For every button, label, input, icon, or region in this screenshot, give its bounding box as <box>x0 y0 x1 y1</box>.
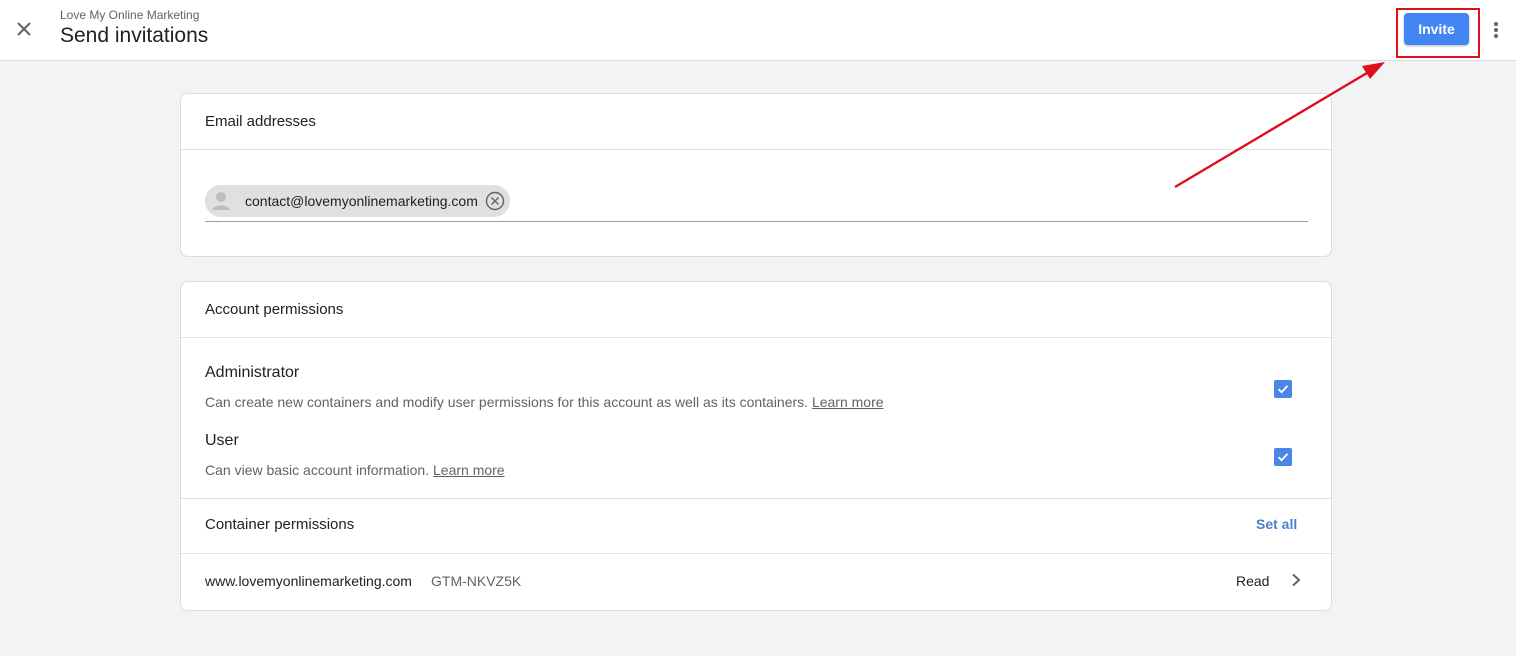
permission-row-administrator: Administrator Can create new containers … <box>205 364 1305 410</box>
remove-email-button[interactable] <box>484 190 506 212</box>
close-icon <box>17 22 31 36</box>
set-all-button[interactable]: Set all <box>1256 516 1297 532</box>
cancel-circle-icon <box>485 191 505 211</box>
account-name: Love My Online Marketing <box>60 8 200 22</box>
permission-description-text: Can view basic account information. <box>205 462 430 478</box>
user-checkbox[interactable] <box>1274 448 1292 466</box>
permission-title-administrator: Administrator <box>205 364 300 381</box>
divider <box>181 498 1331 499</box>
permission-description-text: Can create new containers and modify use… <box>205 394 809 410</box>
more-options-button[interactable] <box>1486 16 1506 44</box>
container-role: Read <box>1236 573 1270 589</box>
container-name: www.lovemyonlinemarketing.com <box>205 573 412 589</box>
email-chip[interactable]: contact@lovemyonlinemarketing.com <box>205 185 510 217</box>
permission-description-user: Can view basic account information. Lear… <box>205 462 1305 478</box>
check-icon <box>1277 453 1289 462</box>
more-vert-icon <box>1494 22 1498 38</box>
container-permissions-heading: Container permissions <box>205 516 355 533</box>
top-app-bar: Love My Online Marketing Send invitation… <box>0 0 1516 61</box>
learn-more-link[interactable]: Learn more <box>433 462 505 478</box>
email-addresses-card: Email addresses contact@lovemyonlinemark… <box>180 93 1332 257</box>
permission-title-user: User <box>205 432 239 449</box>
person-icon <box>205 185 237 217</box>
container-id: GTM-NKVZ5K <box>431 573 522 589</box>
close-button[interactable] <box>10 15 38 43</box>
permissions-card: Account permissions Administrator Can cr… <box>180 281 1332 611</box>
email-chip-label: contact@lovemyonlinemarketing.com <box>245 193 478 209</box>
permission-row-user: User Can view basic account information.… <box>205 432 1305 478</box>
administrator-checkbox[interactable] <box>1274 380 1292 398</box>
permission-description-administrator: Can create new containers and modify use… <box>205 394 1305 410</box>
email-input-field[interactable]: contact@lovemyonlinemarketing.com <box>205 184 1308 222</box>
email-addresses-heading: Email addresses <box>181 94 1331 150</box>
check-icon <box>1277 385 1289 394</box>
container-row[interactable]: www.lovemyonlinemarketing.com GTM-NKVZ5K… <box>181 554 1331 610</box>
learn-more-link[interactable]: Learn more <box>812 394 884 410</box>
account-permissions-heading: Account permissions <box>181 282 1331 338</box>
page-title: Send invitations <box>60 24 209 47</box>
chevron-right-icon <box>1286 570 1306 590</box>
invite-button[interactable]: Invite <box>1404 13 1469 45</box>
